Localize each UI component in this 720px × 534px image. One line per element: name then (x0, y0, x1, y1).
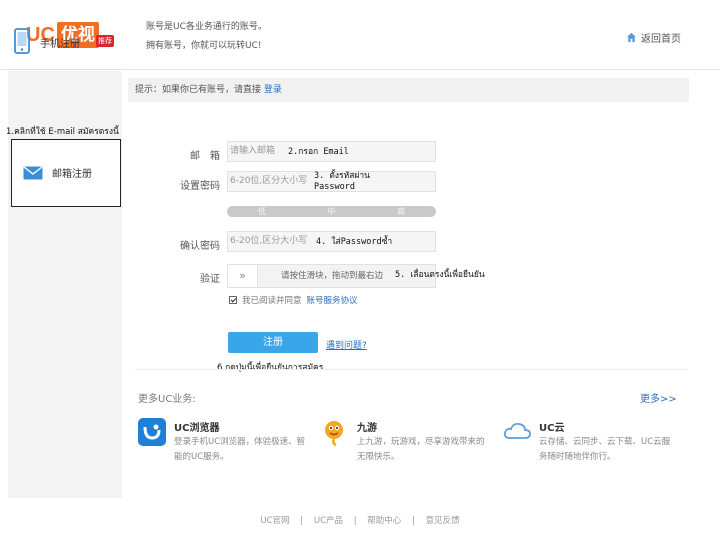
confirm-password-placeholder: 6-20位,区分大小写 (230, 236, 308, 246)
slider-handle[interactable]: » (228, 265, 258, 287)
strength-mid: 中 (327, 207, 336, 216)
annotation-step-5: 5. เลื่อนตรงนี้เพื่อยืนยัน (395, 270, 485, 280)
more-services-title: 更多UC业务: (138, 394, 196, 405)
annotation-step-3: 3. ตั้งรหัสผ่าน Password (314, 171, 370, 193)
annotation-step-1: 1.คลิกที่ใช้ E-mail สมัครตรงนี้ (6, 127, 119, 137)
header-tagline: 账号是UC各业务通行的账号。 拥有账号，你就可以玩转UC! (146, 18, 267, 56)
help-link[interactable]: 遇到问题? (326, 338, 367, 351)
annotation-step-3-line2: Password (314, 182, 355, 192)
jiuyou-icon (325, 421, 343, 446)
section-divider (135, 369, 688, 370)
email-placeholder: 请输入邮箱 (230, 146, 276, 156)
password-placeholder: 6-20位,区分大小写 (230, 176, 308, 186)
tagline-line-2: 拥有账号，你就可以玩转UC! (146, 41, 262, 51)
footer-separator: | (412, 516, 415, 526)
recommend-badge: 推荐 (96, 35, 114, 47)
mail-icon (23, 166, 43, 180)
password-label: 设置密码 (180, 181, 220, 192)
tab-mobile-register[interactable]: 手机注册 推荐 (14, 28, 124, 54)
annotation-step-2: 2.กรอก Email (288, 147, 349, 157)
mobile-phone-icon (14, 28, 30, 54)
tab-mobile-label: 手机注册 (40, 39, 80, 50)
footer-link-help[interactable]: 帮助中心 (367, 516, 401, 526)
strength-low: 低 (257, 207, 266, 216)
footer-link-products[interactable]: UC产品 (314, 516, 343, 526)
login-link[interactable]: 登录 (264, 85, 282, 95)
footer-link-feedback[interactable]: 意见反馈 (426, 516, 460, 526)
email-label: 邮 箱 (190, 151, 220, 162)
page-footer: UC官网 | UC产品 | 帮助中心 | 意见反馈 (0, 514, 720, 526)
confirm-password-label: 确认密码 (180, 241, 220, 252)
register-button[interactable]: 注册 (228, 332, 318, 353)
agreement-row: 我已阅读并同意 账号服务协议 (229, 294, 358, 306)
service-agreement-link[interactable]: 账号服务协议 (307, 294, 358, 306)
footer-separator: | (353, 516, 357, 526)
login-tip: 提示：如果你已有账号，请直接 登录 (128, 78, 689, 102)
home-icon (626, 32, 637, 43)
uc-browser-icon (138, 418, 166, 446)
tab-email-register[interactable]: 邮箱注册 (11, 139, 121, 207)
agree-text: 我已阅读并同意 (242, 296, 302, 306)
verify-label: 验证 (200, 274, 220, 285)
service-desc: 云存储、云同步、云下载、UC云服务随时随地伴你行。 (539, 437, 671, 462)
strength-high: 高 (397, 207, 406, 216)
home-link-label: 返回首页 (641, 34, 681, 45)
service-name: 九游 (357, 423, 377, 434)
agree-checkbox[interactable] (229, 296, 237, 304)
tab-email-label: 邮箱注册 (52, 169, 92, 180)
service-desc: 上九游，玩游戏，尽享游戏带来的无限快乐。 (357, 437, 485, 462)
annotation-step-6: 6.กดปุ่มนี้เพื่อยืนยันการสมัคร (217, 363, 324, 373)
service-name: UC云 (539, 423, 565, 434)
password-strength-meter: 低 中 高 (227, 206, 436, 217)
annotation-step-3-line1: 3. ตั้งรหัสผ่าน (314, 171, 370, 181)
annotation-step-4: 4. ใส่Passwordซ้ำ (316, 237, 393, 247)
uc-cloud-icon (503, 422, 531, 439)
footer-link-uc-site[interactable]: UC官网 (260, 516, 289, 526)
login-tip-text: 提示：如果你已有账号，请直接 (135, 85, 262, 95)
slider-instruction: 请按住滑块，拖动到最右边 (281, 271, 384, 281)
footer-separator: | (300, 516, 304, 526)
home-link[interactable]: 返回首页 (626, 30, 681, 45)
service-name: UC浏览器 (174, 423, 220, 434)
tagline-line-1: 账号是UC各业务通行的账号。 (146, 22, 267, 32)
more-services-link[interactable]: 更多>> (640, 390, 677, 405)
service-desc: 登录手机UC浏览器，体验极速、智能的UC服务。 (174, 437, 306, 462)
